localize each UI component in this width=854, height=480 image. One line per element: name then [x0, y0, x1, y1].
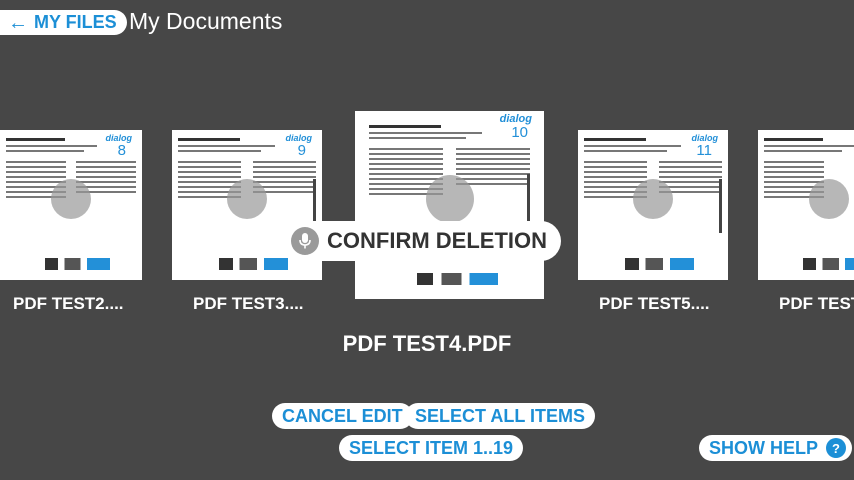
file-label[interactable]: PDF TEST2....	[13, 294, 124, 314]
help-icon: ?	[826, 438, 847, 458]
back-button-label: MY FILES	[34, 12, 117, 32]
microphone-icon	[291, 227, 319, 255]
confirm-deletion-button[interactable]: CONFIRM DELETION	[285, 221, 561, 261]
back-button-my-files[interactable]: ← MY FILES	[0, 10, 127, 35]
select-all-items-button[interactable]: SELECT ALL ITEMS	[405, 403, 596, 429]
file-label[interactable]: PDF TEST3....	[193, 294, 304, 314]
document-preview	[764, 138, 854, 274]
page-number: 11	[696, 142, 712, 159]
file-thumbnail-11[interactable]: dialog 11	[578, 130, 728, 280]
arrow-left-icon: ←	[8, 11, 28, 34]
cancel-edit-button[interactable]: CANCEL EDIT	[272, 403, 413, 429]
page-number: 9	[297, 142, 306, 159]
show-help-label: SHOW HELP	[709, 437, 819, 458]
document-preview	[6, 138, 136, 274]
file-label[interactable]: PDF TEST5....	[599, 294, 710, 314]
file-label[interactable]: PDF TEST	[779, 294, 854, 314]
select-item-button[interactable]: SELECT ITEM 1..19	[339, 435, 524, 461]
page-title: My Documents	[129, 8, 283, 34]
page-number: 10	[511, 124, 528, 141]
confirm-deletion-label: CONFIRM DELETION	[327, 228, 547, 253]
page-number: 8	[117, 142, 126, 159]
file-thumbnail-12[interactable]	[758, 130, 854, 280]
file-thumbnail-8[interactable]: dialog 8	[0, 130, 142, 280]
show-help-button[interactable]: SHOW HELP ?	[699, 435, 853, 461]
document-preview	[369, 125, 530, 289]
file-thumbnail-10-selected[interactable]: dialog 10	[355, 111, 544, 299]
selected-file-name: PDF TEST4.PDF	[342, 331, 512, 356]
